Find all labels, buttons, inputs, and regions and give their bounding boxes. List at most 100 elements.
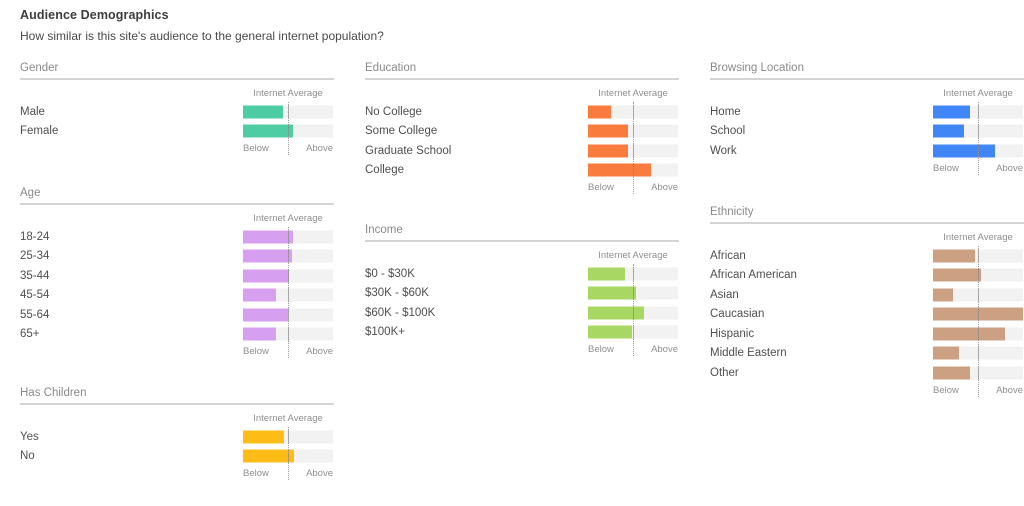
section-divider: [20, 403, 334, 405]
internet-average-label: Internet Average: [253, 413, 323, 424]
bar-row-label: 35-44: [20, 269, 50, 282]
bar-row-label: Graduate School: [365, 144, 452, 157]
axis-label-below: Below: [588, 344, 614, 355]
section-browsing-location: Browsing Location Internet Average Home Sch…: [710, 62, 1024, 177]
bar-row-label: Home: [710, 105, 741, 118]
bar-row[interactable]: $0 - $30K: [365, 264, 679, 284]
bar-fill: [243, 327, 276, 341]
bar-row-label: Hispanic: [710, 327, 755, 340]
bar-fill: [243, 269, 289, 283]
section-title-has-children: Has Children: [20, 387, 87, 399]
bar-rows-has-children: Yes No: [20, 427, 334, 466]
bar-row[interactable]: $60K - $100K: [365, 303, 679, 323]
bar-row-label: Female: [20, 125, 59, 138]
bar-row[interactable]: Female: [20, 122, 334, 142]
bar-row-label: $0 - $30K: [365, 267, 415, 280]
bar-row[interactable]: Graduate School: [365, 141, 679, 161]
centerline-guide: [288, 227, 289, 358]
bar-row[interactable]: 65+: [20, 325, 334, 345]
bar-row[interactable]: Some College: [365, 122, 679, 142]
section-title-education: Education: [365, 62, 417, 74]
bar-row[interactable]: Hispanic: [710, 324, 1024, 344]
bar-row[interactable]: Work: [710, 141, 1024, 161]
axis-label-below: Below: [243, 346, 269, 357]
bar-row[interactable]: 35-44: [20, 266, 334, 286]
axis-label-above: Above: [651, 344, 678, 355]
section-divider: [365, 240, 679, 242]
bar-row-label: School: [710, 125, 746, 138]
centerline-guide: [633, 102, 634, 194]
axis-label-below: Below: [243, 468, 269, 479]
section-education: Education Internet Average No College Some …: [365, 62, 679, 196]
bar-fill: [243, 308, 288, 322]
bar-fill: [933, 249, 975, 263]
bar-row[interactable]: No: [20, 447, 334, 467]
bar-fill: [588, 306, 644, 320]
bar-row[interactable]: Yes: [20, 427, 334, 447]
bar-row-label: $60K - $100K: [365, 306, 436, 319]
bar-row[interactable]: $30K - $60K: [365, 284, 679, 304]
bar-fill: [933, 327, 1005, 341]
section-divider: [710, 78, 1024, 80]
bar-row-label: Yes: [20, 430, 39, 443]
bar-fill: [588, 325, 632, 339]
internet-average-label: Internet Average: [253, 213, 323, 224]
bar-fill: [588, 124, 628, 138]
bar-fill: [588, 267, 625, 281]
bar-row-label: African: [710, 249, 746, 262]
bar-fill: [933, 366, 970, 380]
bar-row[interactable]: Male: [20, 102, 334, 122]
bar-row[interactable]: 55-64: [20, 305, 334, 325]
section-divider: [365, 78, 679, 80]
bar-rows-gender: Male Female: [20, 102, 334, 141]
section-title-gender: Gender: [20, 62, 59, 74]
bar-fill: [933, 124, 964, 138]
bar-row[interactable]: No College: [365, 102, 679, 122]
centerline-guide: [288, 102, 289, 155]
section-divider: [710, 222, 1024, 224]
bar-row[interactable]: Home: [710, 102, 1024, 122]
centerline-guide: [288, 427, 289, 480]
bar-row[interactable]: Middle Eastern: [710, 344, 1024, 364]
bar-row-label: No: [20, 450, 35, 463]
bar-row[interactable]: $100K+: [365, 323, 679, 343]
bar-row-label: $30K - $60K: [365, 287, 429, 300]
bar-row-label: Work: [710, 144, 737, 157]
bar-fill: [243, 430, 284, 444]
axis-label-below: Below: [243, 143, 269, 154]
bar-row[interactable]: Asian: [710, 285, 1024, 305]
section-ethnicity: Ethnicity Internet Average African African …: [710, 206, 1024, 399]
bar-row[interactable]: African American: [710, 266, 1024, 286]
bar-row-label: No College: [365, 105, 422, 118]
bar-row[interactable]: 25-34: [20, 247, 334, 267]
axis-label-above: Above: [651, 182, 678, 193]
bar-fill: [588, 286, 636, 300]
bar-fill: [243, 288, 276, 302]
centerline-guide: [978, 102, 979, 175]
bar-rows-age: 18-24 25-34 35-44 45-54 55-64 65+: [20, 227, 334, 344]
section-age: Age Internet Average 18-24 25-34 35-44 45-54 5…: [20, 187, 334, 360]
bar-row[interactable]: School: [710, 122, 1024, 142]
bar-row[interactable]: 45-54: [20, 286, 334, 306]
bar-fill: [933, 144, 995, 158]
bar-row[interactable]: 18-24: [20, 227, 334, 247]
bar-row[interactable]: College: [365, 161, 679, 181]
bar-fill: [243, 124, 293, 138]
bar-row-label: African American: [710, 269, 797, 282]
section-gender: Gender Internet Average Male Female Below Abo…: [20, 62, 334, 157]
bar-row-label: College: [365, 164, 404, 177]
section-has-children: Has Children Internet Average Yes No Below Ab…: [20, 387, 334, 482]
axis-label-below: Below: [933, 162, 959, 174]
internet-average-label: Internet Average: [943, 232, 1013, 243]
bar-row[interactable]: Caucasian: [710, 305, 1024, 325]
bar-row-label: 45-54: [20, 289, 50, 302]
bar-row[interactable]: African: [710, 246, 1024, 266]
section-title-ethnicity: Ethnicity: [710, 206, 754, 218]
axis-label-above: Above: [996, 384, 1023, 396]
bar-row-label: 18-24: [20, 230, 50, 243]
bar-fill: [243, 230, 293, 244]
bar-row[interactable]: Other: [710, 363, 1024, 383]
bar-fill: [933, 346, 959, 360]
bar-fill: [243, 249, 292, 263]
bar-rows-ethnicity: African African American Asian Caucasian His…: [710, 246, 1024, 383]
